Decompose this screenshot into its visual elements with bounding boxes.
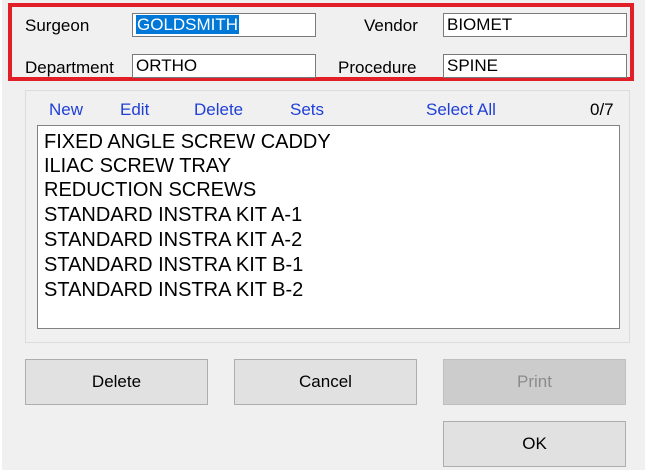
list-item[interactable]: STANDARD INSTRA KIT A-1 bbox=[44, 203, 302, 227]
window-right-edge bbox=[645, 0, 649, 470]
list-item[interactable]: REDUCTION SCREWS bbox=[44, 178, 256, 202]
select-all-link[interactable]: Select All bbox=[426, 100, 496, 120]
department-label: Department bbox=[25, 58, 114, 77]
sets-listbox[interactable]: FIXED ANGLE SCREW CADDY ILIAC SCREW TRAY… bbox=[37, 125, 620, 329]
list-item[interactable]: ILIAC SCREW TRAY bbox=[44, 154, 231, 178]
selection-count: 0/7 bbox=[590, 100, 614, 119]
print-button: Print bbox=[443, 359, 626, 405]
list-item[interactable]: STANDARD INSTRA KIT B-2 bbox=[44, 278, 303, 302]
surgeon-value: GOLDSMITH bbox=[136, 15, 240, 34]
procedure-field[interactable]: SPINE bbox=[443, 54, 627, 78]
vendor-field[interactable]: BIOMET bbox=[443, 13, 627, 37]
cancel-button[interactable]: Cancel bbox=[234, 359, 417, 405]
edit-link[interactable]: Edit bbox=[120, 100, 149, 120]
sets-link[interactable]: Sets bbox=[290, 100, 324, 120]
new-link[interactable]: New bbox=[49, 100, 83, 120]
vendor-label: Vendor bbox=[364, 16, 418, 35]
ok-button[interactable]: OK bbox=[443, 421, 626, 467]
delete-link[interactable]: Delete bbox=[194, 100, 243, 120]
window-left-edge bbox=[0, 0, 2, 470]
surgeon-label: Surgeon bbox=[25, 16, 90, 35]
department-field[interactable]: ORTHO bbox=[132, 54, 316, 78]
delete-button[interactable]: Delete bbox=[25, 359, 208, 405]
list-item[interactable]: FIXED ANGLE SCREW CADDY bbox=[44, 130, 331, 154]
procedure-label: Procedure bbox=[338, 58, 417, 77]
surgeon-field[interactable]: GOLDSMITH bbox=[132, 13, 316, 37]
list-item[interactable]: STANDARD INSTRA KIT A-2 bbox=[44, 228, 302, 252]
list-item[interactable]: STANDARD INSTRA KIT B-1 bbox=[44, 253, 303, 277]
dialog-window: Surgeon GOLDSMITH Vendor BIOMET Departme… bbox=[0, 0, 649, 470]
